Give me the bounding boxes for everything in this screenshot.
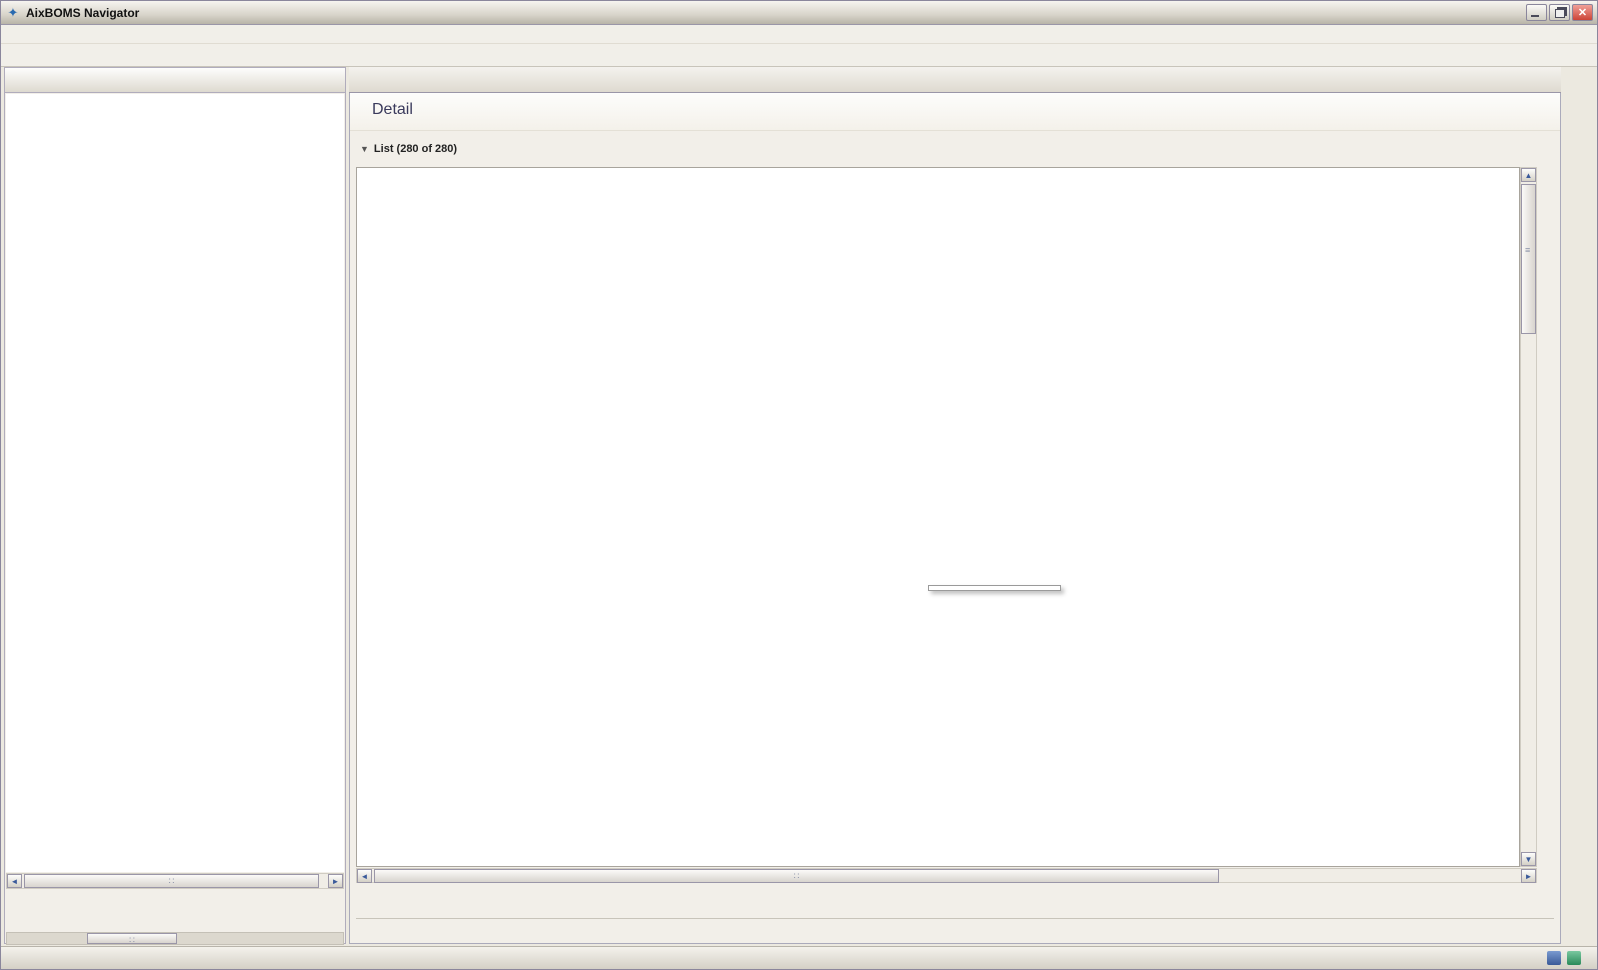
status-bar — [1, 946, 1597, 969]
tree-horizontal-scrollbar[interactable]: ◄ ► — [6, 873, 344, 889]
window-close-button[interactable] — [1572, 4, 1593, 21]
detail-header: Detail — [350, 93, 1560, 131]
status-tray — [1547, 951, 1597, 965]
detail-page: Detail ▼ List (280 of 280) ▲ ▼ — [349, 93, 1561, 944]
window-title: AixBOMS Navigator — [26, 6, 139, 20]
editor-area: Detail ▼ List (280 of 280) ▲ ▼ — [349, 67, 1561, 944]
table-vertical-scrollbar[interactable]: ▲ ▼ — [1520, 167, 1537, 867]
collapse-section-icon[interactable]: ▼ — [360, 144, 369, 154]
window-minimize-button[interactable] — [1526, 4, 1547, 21]
tray-icon-2[interactable] — [1567, 951, 1581, 965]
app-window: ✦ AixBOMS Navigator ◄ ► — [0, 0, 1598, 970]
scroll-up-icon[interactable]: ▲ — [1521, 168, 1536, 182]
scroll-thumb[interactable] — [24, 874, 319, 888]
window-restore-button[interactable] — [1549, 4, 1570, 21]
scroll-right-icon[interactable]: ► — [328, 874, 343, 888]
menubar — [1, 25, 1597, 44]
view-tab-bar — [5, 68, 345, 93]
list-count-label: List (280 of 280) — [374, 143, 457, 155]
result-table: ▲ ▼ ◄ ► — [356, 167, 1537, 883]
editor-tab-bar — [349, 67, 1561, 93]
main-area: ◄ ► Detail ▼ List (280 of 280) — [1, 67, 1597, 946]
scroll-track[interactable] — [372, 869, 1521, 882]
list-section-header: ▼ List (280 of 280) — [360, 137, 1550, 161]
app-icon: ✦ — [5, 5, 21, 21]
bottom-tab-bar — [356, 899, 1554, 919]
page-title: Detail — [372, 101, 413, 119]
table-horizontal-scrollbar[interactable]: ◄ ► — [356, 868, 1537, 883]
left-bottom-scrollbar[interactable] — [6, 932, 344, 945]
scroll-left-icon[interactable]: ◄ — [357, 869, 372, 883]
main-toolbar — [1, 44, 1597, 67]
cmdb-tree — [6, 94, 344, 872]
scroll-thumb[interactable] — [374, 869, 1219, 883]
cmdb-tree-view: ◄ ► — [4, 67, 346, 944]
scroll-down-icon[interactable]: ▼ — [1521, 852, 1536, 866]
table-grid — [356, 167, 1520, 867]
tray-icon-1[interactable] — [1547, 951, 1561, 965]
scroll-right-icon[interactable]: ► — [1521, 869, 1536, 883]
titlebar[interactable]: ✦ AixBOMS Navigator — [1, 1, 1597, 25]
scroll-track[interactable] — [22, 874, 328, 888]
scroll-left-icon[interactable]: ◄ — [7, 874, 22, 888]
scroll-thumb[interactable] — [87, 933, 177, 944]
context-menu — [928, 585, 1061, 591]
scroll-thumb[interactable] — [1521, 184, 1536, 334]
